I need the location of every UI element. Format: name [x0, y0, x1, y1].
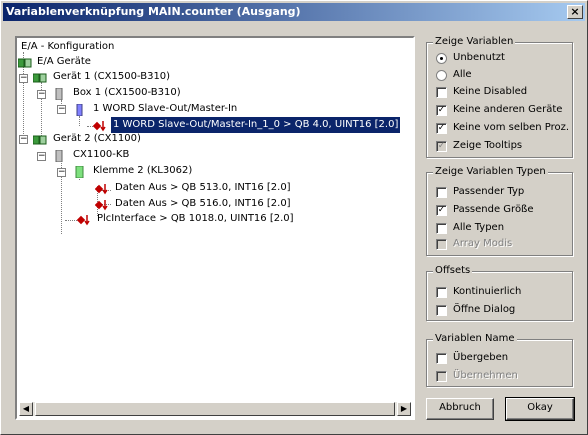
group-variable-types: Zeige Variablen Typen Passender Typ ✓ Pa… [426, 166, 573, 256]
group-variable-name: Variablen Name Übergeben Übernehmen [426, 333, 573, 387]
tree-item-word-slave-out-1-0[interactable]: 1 WORD Slave-Out/Master-In_1_0 > QB 4.0,… [109, 116, 402, 134]
dialog-window: Variablenverknüpfung MAIN.counter (Ausga… [0, 0, 588, 435]
tree-item-klemme-2[interactable]: Klemme 2 (KL3062) [91, 163, 194, 179]
cancel-button[interactable]: Abbruch [426, 398, 494, 420]
group-title: Zeige Variablen [433, 36, 516, 47]
scroll-right-button[interactable]: ▶ [397, 402, 411, 416]
terminal-icon [73, 165, 87, 179]
group-title: Offsets [433, 265, 473, 276]
box-icon [53, 87, 67, 101]
scroll-left-button[interactable]: ◀ [19, 402, 33, 416]
checkbox-icon [436, 305, 447, 316]
group-title: Variablen Name [433, 333, 517, 344]
close-icon: × [570, 5, 580, 18]
output-var-icon [76, 214, 91, 226]
collapse-icon[interactable]: − [19, 135, 28, 144]
tree-connector [65, 220, 77, 221]
radio-icon [436, 53, 447, 64]
checkbox-icon [436, 223, 447, 234]
title-bar: Variablenverknüpfung MAIN.counter (Ausga… [3, 3, 585, 21]
ok-button[interactable]: Okay [505, 397, 575, 421]
tree-item-word-slave-out[interactable]: 1 WORD Slave-Out/Master-In [91, 101, 239, 117]
group-show-variables: Zeige Variablen Unbenutzt Alle Keine Dis… [426, 36, 573, 158]
tree-connector [79, 116, 80, 126]
checkmark-icon: ✓ [436, 123, 447, 134]
collapse-icon[interactable]: − [37, 90, 46, 99]
collapse-icon[interactable]: − [57, 168, 66, 177]
horizontal-scrollbar[interactable]: ◀ ▶ [19, 402, 411, 416]
checkmark-icon: ✓ [436, 205, 447, 216]
checkmark-icon: ✓ [436, 141, 447, 152]
tree-item-plcinterface[interactable]: PlcInterface > QB 1018.0, UINT16 [2.0] [95, 211, 296, 227]
checkbox-icon [436, 239, 447, 250]
checkbox-icon [436, 371, 447, 382]
tree-item-io-config[interactable]: E/A - Konfiguration [19, 39, 116, 55]
tree-item-box-1[interactable]: Box 1 (CX1500-B310) [71, 85, 183, 101]
term-icon [73, 103, 87, 117]
device-icon [32, 134, 47, 146]
arrow-left-icon: ◀ [22, 404, 30, 413]
tree-item-io-devices[interactable]: E/A Geräte [35, 54, 93, 70]
io-tree[interactable]: E/A - Konfiguration E/A Geräte − Gerät 1… [15, 36, 415, 420]
close-button[interactable]: × [567, 5, 583, 19]
tree-item-daten-aus-2[interactable]: Daten Aus > QB 516.0, INT16 [2.0] [113, 196, 293, 212]
tree-item-device-2[interactable]: Gerät 2 (CX1100) [51, 131, 143, 147]
group-title: Zeige Variablen Typen [433, 166, 548, 177]
checkbox-icon [436, 353, 447, 364]
checkmark-icon: ✓ [436, 105, 447, 116]
io-devices-icon [17, 57, 32, 69]
tree-item-daten-aus-1[interactable]: Daten Aus > QB 513.0, INT16 [2.0] [113, 180, 293, 196]
checkbox-icon [436, 87, 447, 98]
collapse-icon[interactable]: − [37, 152, 46, 161]
tree-connector [61, 152, 62, 234]
output-var-icon [94, 183, 109, 195]
tree-item-cx1100-kb[interactable]: CX1100-KB [71, 147, 131, 163]
tree-item-device-1[interactable]: Gerät 1 (CX1500-B310) [51, 69, 172, 85]
box-icon [53, 149, 67, 163]
output-var-icon [94, 199, 109, 211]
checkbox-icon [436, 287, 447, 298]
arrow-right-icon: ▶ [400, 404, 408, 413]
radio-icon [436, 70, 447, 81]
group-offsets: Offsets Kontinuierlich Öffne Dialog [426, 265, 573, 321]
window-title: Variablenverknüpfung MAIN.counter (Ausga… [6, 5, 301, 18]
collapse-icon[interactable]: − [19, 74, 28, 83]
scroll-thumb[interactable] [35, 402, 395, 416]
checkbox-icon [436, 187, 447, 198]
device-icon [32, 72, 47, 84]
collapse-icon[interactable]: − [57, 105, 66, 114]
